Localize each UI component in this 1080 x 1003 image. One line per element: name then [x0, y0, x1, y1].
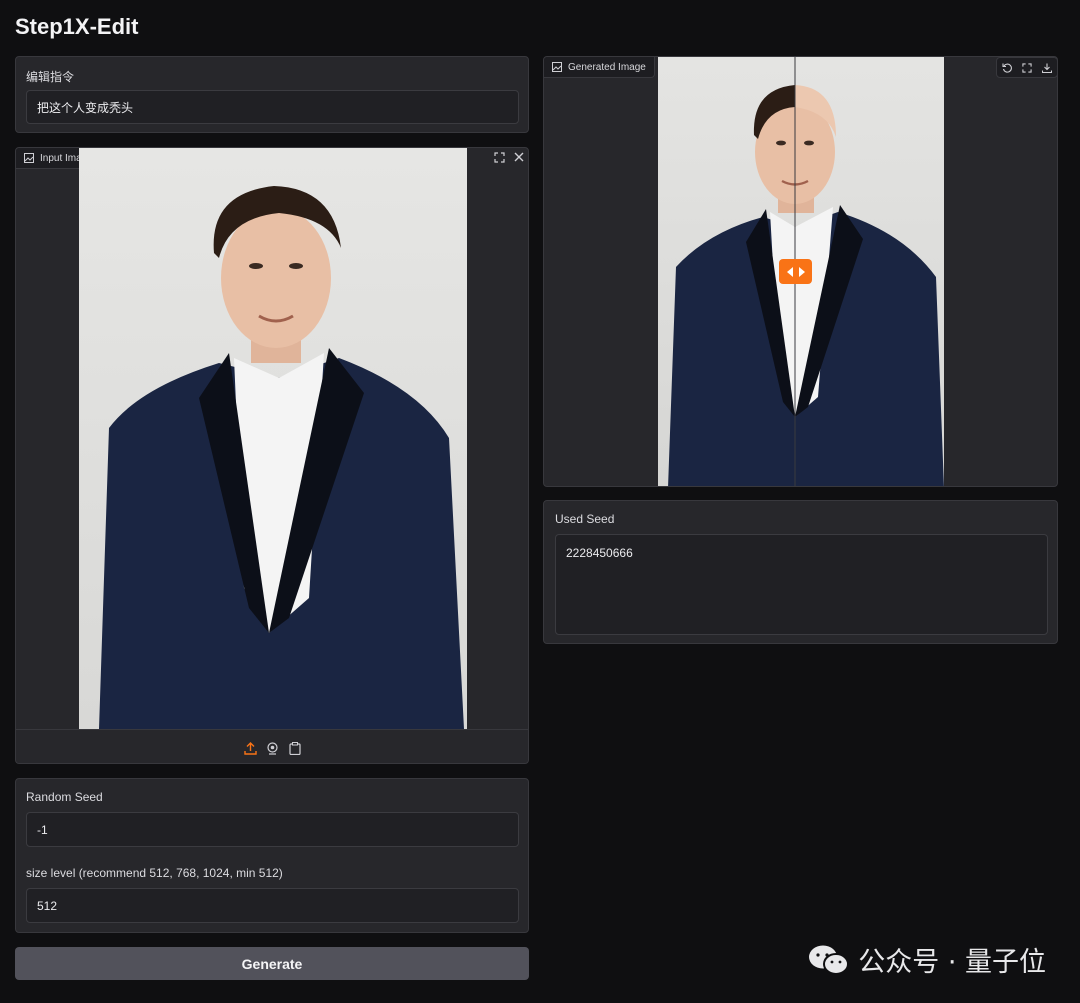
settings-panel: Random Seed -1 size level (recommend 512… [15, 778, 529, 933]
generated-image-tag: Generated Image [544, 57, 655, 78]
person-illustration [99, 186, 464, 729]
image-icon [24, 153, 34, 163]
instruction-label: 编辑指令 [26, 70, 75, 84]
generated-toolbar [996, 57, 1057, 78]
watermark: 公众号 · 量子位 [808, 940, 1046, 979]
input-image-panel: Input Image [15, 147, 529, 764]
chevron-left-icon [786, 266, 793, 277]
upload-icon[interactable] [241, 739, 259, 757]
download-icon[interactable] [1038, 59, 1056, 77]
watermark-text: 公众号 · 量子位 [858, 947, 1046, 978]
close-icon[interactable] [510, 148, 528, 166]
fullscreen-icon[interactable] [490, 148, 508, 166]
used-seed-label: Used Seed [555, 512, 615, 526]
reset-icon[interactable] [998, 59, 1016, 77]
input-toolbar [16, 729, 528, 763]
comparison-slider-handle[interactable] [779, 259, 812, 284]
app-title: Step1X-Edit [15, 14, 139, 39]
generate-button[interactable]: Generate [15, 947, 529, 980]
used-seed-panel: Used Seed 2228450666 [543, 500, 1058, 644]
webcam-icon[interactable] [263, 739, 281, 757]
input-photo [79, 148, 467, 729]
fullscreen-icon[interactable] [1018, 59, 1036, 77]
wechat-icon [809, 945, 850, 975]
generated-image-label: Generated Image [568, 61, 646, 73]
chevron-right-icon [798, 266, 805, 277]
size-level-input[interactable]: 512 [26, 888, 519, 923]
random-seed-input[interactable]: -1 [26, 812, 519, 847]
clipboard-icon[interactable] [286, 739, 304, 757]
instruction-panel: 编辑指令 把这个人变成秃头 [15, 56, 529, 133]
instruction-input[interactable]: 把这个人变成秃头 [26, 90, 519, 124]
image-icon [552, 62, 562, 72]
used-seed-textbox[interactable]: 2228450666 [555, 534, 1048, 635]
generated-image-panel: Generated Image [543, 56, 1058, 487]
size-level-label: size level (recommend 512, 768, 1024, mi… [26, 866, 283, 880]
random-seed-label: Random Seed [26, 790, 103, 804]
